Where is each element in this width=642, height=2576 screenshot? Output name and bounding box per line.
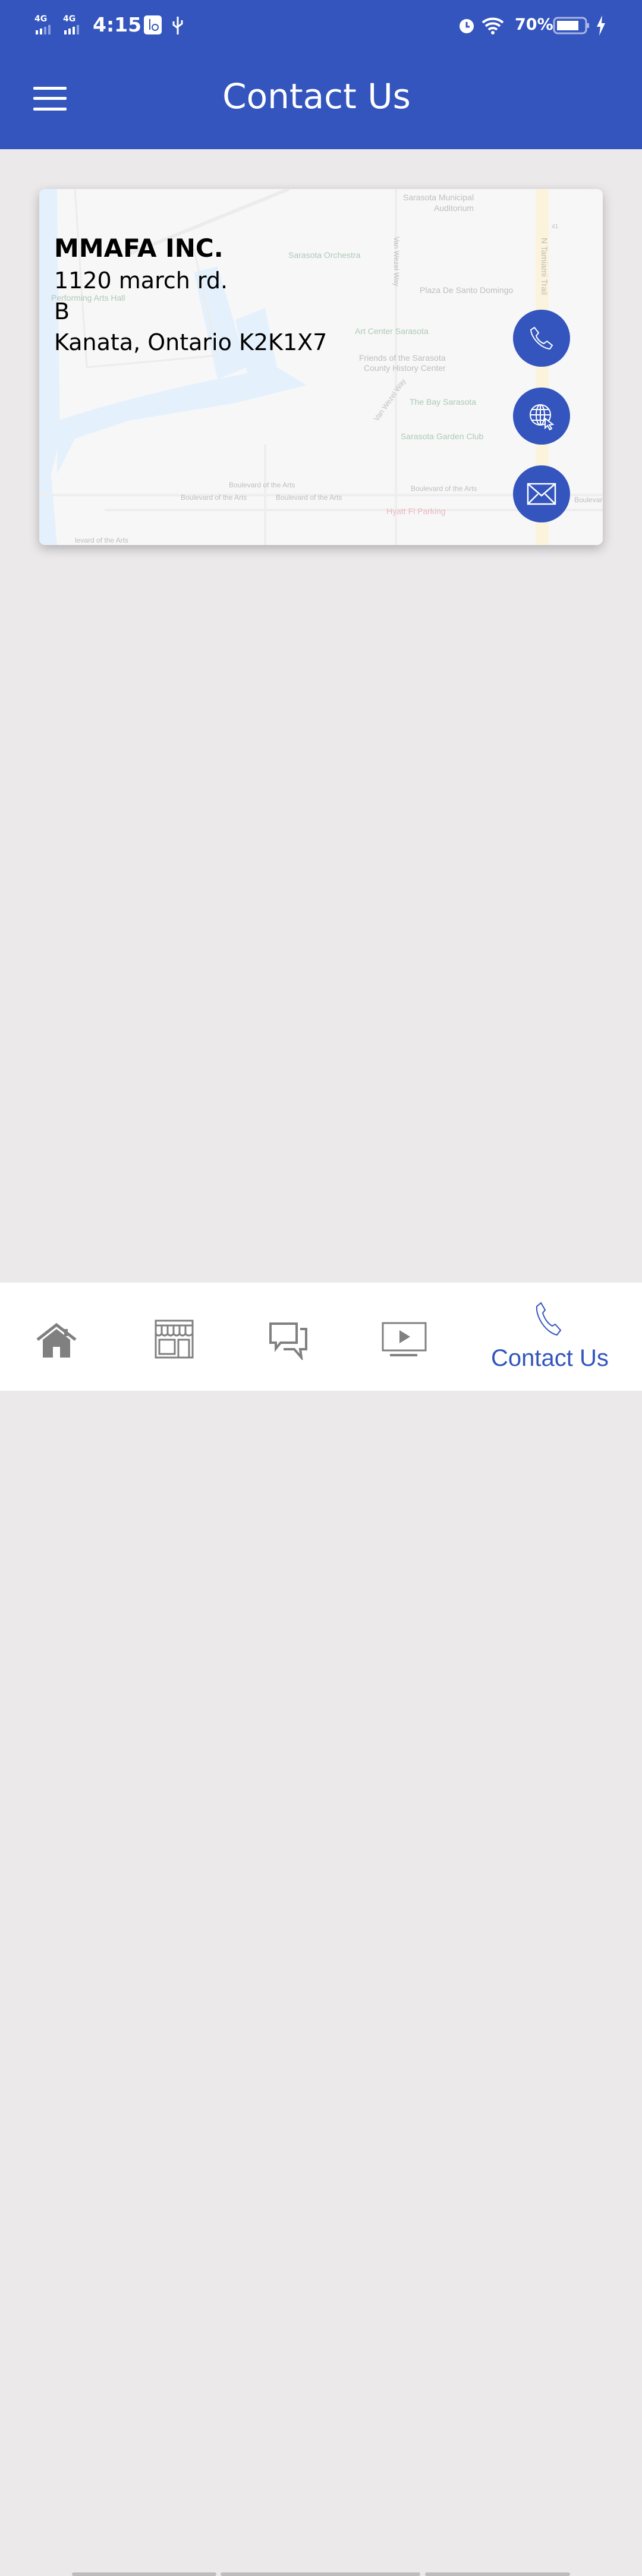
usb-icon [172,17,183,34]
company-name: MMAFA INC. [54,234,224,263]
map-label: N Tamiami Trail [540,238,549,295]
scroll-indicator [425,2572,570,2576]
phone-icon [536,1302,562,1336]
signal-icon [36,25,51,34]
nav-home[interactable] [36,1322,77,1362]
address-line-1: 1120 march rd. [54,267,228,294]
map-label: 41 [552,223,559,230]
battery-percent: 70% [515,15,553,34]
status-bar: 4G 4G 4:15 70% [0,11,642,40]
map-label: Boulevard of the Arts [411,484,477,493]
scroll-indicator [221,2572,420,2576]
network-type-1: 4G [34,14,48,24]
map-label: Sarasota Garden Club [401,432,484,441]
page-title: Contact Us [222,76,411,116]
website-button[interactable] [513,388,570,445]
map-label: levard of the Arts [75,536,129,544]
mail-icon [527,483,556,505]
clock: 4:15 [93,13,142,36]
address-line-3: Kanata, Ontario K2K1X7 [54,329,328,355]
home-icon [36,1322,77,1358]
map-label: Plaza De Santo Domingo [420,285,514,295]
map-label: The Bay Sarasota [410,397,477,407]
globe-icon [530,404,555,430]
map-label: Boulevard of the Arts [181,493,247,502]
alarm-icon [460,19,474,33]
signal-icon [64,25,79,34]
phone-icon [530,326,553,350]
nav-contact-us-label: Contact Us [491,1345,609,1371]
battery-icon [553,17,589,34]
map-label: Friends of the Sarasota [359,353,446,363]
usb-settings-icon [144,15,162,34]
map-label: Art Center Sarasota [355,326,429,336]
nav-store[interactable] [155,1320,194,1362]
call-button[interactable] [513,310,570,367]
map-label: County History Center [364,363,446,373]
map-label: Boulevard [574,496,603,504]
scroll-indicator [72,2572,216,2576]
address-line-2: B [54,298,70,325]
contact-card: Sarasota Municipal Auditorium Sarasota O… [39,189,603,545]
nav-chat[interactable] [269,1322,310,1363]
map-label: Auditorium [434,203,474,213]
map-label: Boulevard of the Arts [229,481,295,489]
chat-icon [269,1322,307,1362]
map-label: Van Wezel Way [392,237,401,286]
map-label: Sarasota Municipal [403,193,474,202]
nav-video[interactable] [382,1322,427,1361]
bottom-nav: Contact Us [0,1283,642,2576]
map-label: Boulevard of the Arts [276,493,342,502]
charging-icon [597,15,605,36]
contact-info: MMAFA INC. 1120 march rd. B Kanata, Onta… [54,232,327,358]
nav-contact-us[interactable]: Contact Us [491,1283,628,1378]
email-button[interactable] [513,465,570,522]
network-type-2: 4G [63,14,76,24]
video-icon [382,1322,427,1356]
app-bar: 4G 4G 4:15 70% Contact Us [0,0,642,149]
map-label: Hyatt Fl Parking [386,506,446,516]
store-icon [155,1320,194,1359]
wifi-icon [482,17,504,34]
